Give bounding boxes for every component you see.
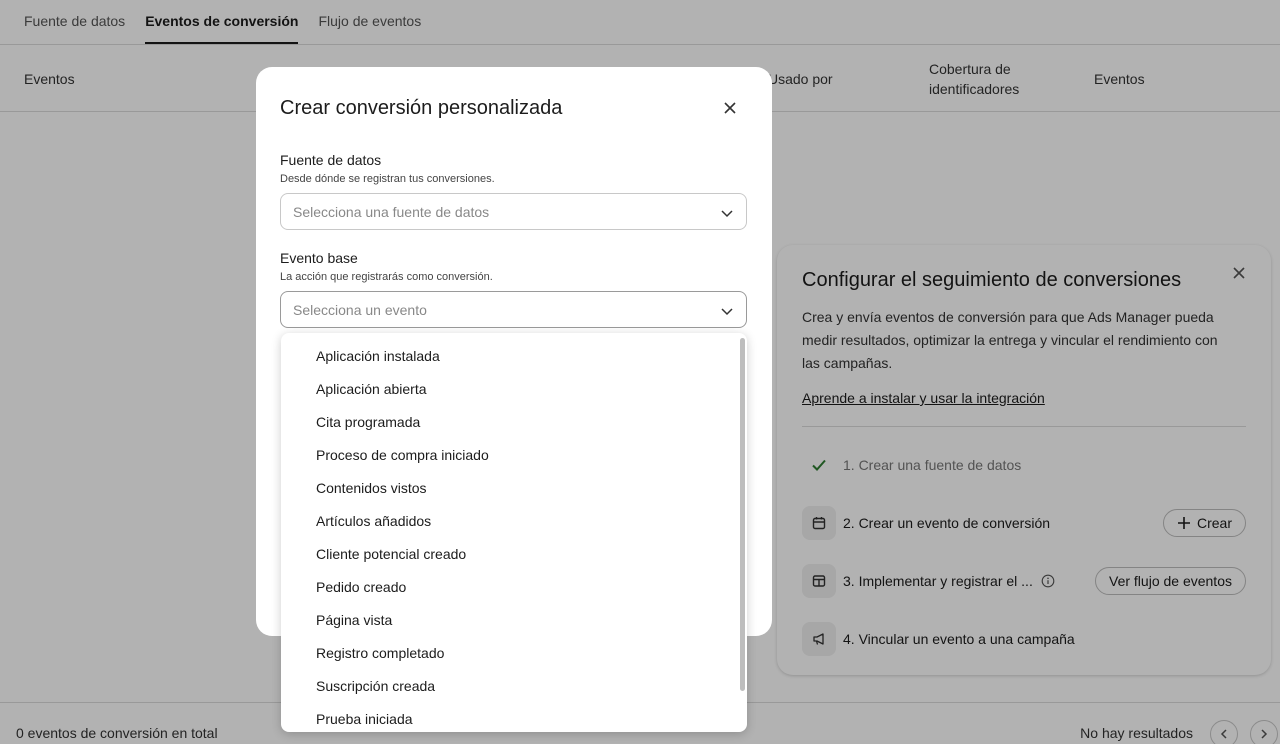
base-event-dropdown: Aplicación instalada Aplicación abierta … <box>281 333 747 732</box>
dropdown-option[interactable]: Registro completado <box>281 637 737 670</box>
base-event-label: Evento base <box>280 250 358 266</box>
dropdown-option[interactable]: Aplicación abierta <box>281 373 737 406</box>
data-source-select[interactable]: Selecciona una fuente de datos <box>280 193 747 230</box>
dropdown-scrollbar[interactable] <box>737 333 747 732</box>
dropdown-option[interactable]: Aplicación instalada <box>281 340 737 373</box>
scrollbar-thumb[interactable] <box>740 338 745 691</box>
dropdown-option[interactable]: Suscripción creada <box>281 670 737 703</box>
dropdown-option[interactable]: Cliente potencial creado <box>281 538 737 571</box>
base-event-help: La acción que registrarás como conversió… <box>280 271 493 283</box>
data-source-label: Fuente de datos <box>280 152 382 168</box>
chevron-down-icon <box>721 210 733 218</box>
dropdown-option[interactable]: Prueba iniciada <box>281 703 737 732</box>
base-event-select[interactable]: Selecciona un evento <box>280 291 747 328</box>
dropdown-option[interactable]: Artículos añadidos <box>281 505 737 538</box>
dropdown-option[interactable]: Pedido creado <box>281 571 737 604</box>
data-source-placeholder: Selecciona una fuente de datos <box>293 203 490 220</box>
dropdown-option[interactable]: Página vista <box>281 604 737 637</box>
chevron-down-icon <box>721 308 733 316</box>
dialog-title: Crear conversión personalizada <box>280 97 563 119</box>
dropdown-option[interactable]: Contenidos vistos <box>281 472 737 505</box>
base-event-placeholder: Selecciona un evento <box>293 301 427 318</box>
dropdown-option[interactable]: Cita programada <box>281 406 737 439</box>
dropdown-option[interactable]: Proceso de compra iniciado <box>281 439 737 472</box>
data-source-help: Desde dónde se registran tus conversione… <box>280 173 495 185</box>
close-icon[interactable] <box>722 100 738 116</box>
